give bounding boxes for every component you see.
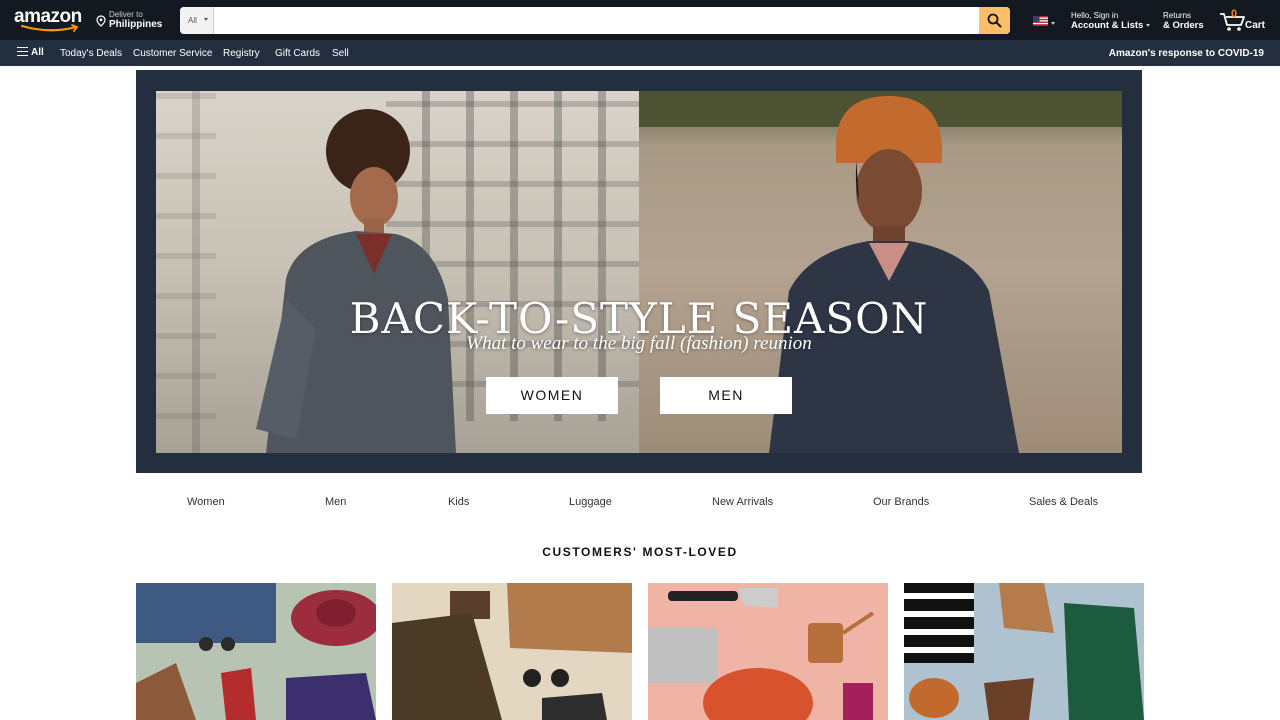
account-caret-icon (1146, 23, 1151, 27)
category-links: Women Men Kids Luggage New Arrivals Our … (136, 496, 1142, 512)
category-men[interactable]: Men (325, 496, 346, 508)
all-menu-label: All (31, 47, 44, 58)
cart-label: Cart (1245, 20, 1266, 31)
secondary-navigation-bar: All Today's Deals Customer Service Regis… (0, 40, 1280, 66)
womens-fashion-flatlay-image (136, 583, 376, 720)
shop-women-button[interactable]: WOMEN (486, 377, 618, 414)
nav-sell[interactable]: Sell (332, 48, 349, 59)
account-lists-label: Account & Lists (1071, 20, 1144, 31)
top-navigation-bar: amazon Deliver to Philippines All Hello,… (0, 0, 1280, 40)
language-caret-icon (1051, 22, 1055, 25)
category-luggage[interactable]: Luggage (569, 496, 612, 508)
all-menu-button[interactable]: All (17, 47, 44, 58)
cart-count: 0 (1231, 8, 1238, 20)
category-kids[interactable]: Kids (448, 496, 469, 508)
search-department-label: All (188, 16, 197, 25)
hamburger-menu-icon (17, 47, 28, 56)
orders-label: & Orders (1163, 20, 1204, 31)
deliver-to-label: Deliver to (109, 10, 143, 19)
home-kitchen-flatlay-image (648, 588, 875, 720)
hero-banner: BACK-TO-STYLE SEASON What to wear to the… (136, 70, 1142, 473)
category-women[interactable]: Women (187, 496, 225, 508)
search-input[interactable] (214, 7, 979, 34)
nav-registry[interactable]: Registry (223, 48, 260, 59)
returns-label: Returns (1163, 11, 1192, 20)
mens-fashion-flatlay-image (392, 583, 632, 720)
search-department-select[interactable]: All (180, 7, 214, 34)
search-button[interactable] (979, 7, 1010, 34)
logo-smile-icon (20, 24, 79, 32)
product-tile-3[interactable] (648, 583, 888, 720)
hero-subtitle: What to wear to the big fall (fashion) r… (466, 333, 812, 354)
deliver-country: Philippines (109, 19, 163, 30)
product-tile-1[interactable] (136, 583, 376, 720)
woman-model-illustration (256, 109, 456, 453)
category-sales-deals[interactable]: Sales & Deals (1029, 496, 1098, 508)
covid-response-link[interactable]: Amazon's response to COVID-19 (1109, 48, 1264, 59)
product-tile-2[interactable] (392, 583, 632, 720)
womens-fall-flatlay-image (904, 583, 1144, 720)
account-greeting: Hello, Sign in (1071, 11, 1119, 20)
man-model-illustration (769, 96, 1019, 453)
nav-customer-service[interactable]: Customer Service (133, 48, 212, 59)
search-icon (987, 13, 1002, 28)
search-bar: All (180, 7, 1010, 34)
striped-top (904, 583, 974, 663)
product-tile-4[interactable] (904, 583, 1144, 720)
returns-and-orders[interactable]: Returns & Orders (1163, 11, 1204, 31)
fire-escape (156, 91, 216, 453)
us-flag-icon[interactable] (1033, 16, 1048, 26)
nav-todays-deals[interactable]: Today's Deals (60, 48, 122, 59)
category-new-arrivals[interactable]: New Arrivals (712, 496, 773, 508)
location-pin-icon (96, 15, 106, 27)
nav-gift-cards[interactable]: Gift Cards (275, 48, 320, 59)
amazon-logo[interactable]: amazon (14, 6, 84, 34)
cart-button[interactable]: 0 Cart (1219, 8, 1271, 34)
chevron-down-icon (204, 18, 208, 21)
hero-image[interactable]: BACK-TO-STYLE SEASON What to wear to the… (156, 91, 1122, 453)
section-title: CUSTOMERS' MOST-LOVED (542, 545, 738, 559)
account-and-lists[interactable]: Hello, Sign in Account & Lists (1071, 11, 1151, 31)
shop-men-button[interactable]: MEN (660, 377, 792, 414)
category-our-brands[interactable]: Our Brands (873, 496, 929, 508)
